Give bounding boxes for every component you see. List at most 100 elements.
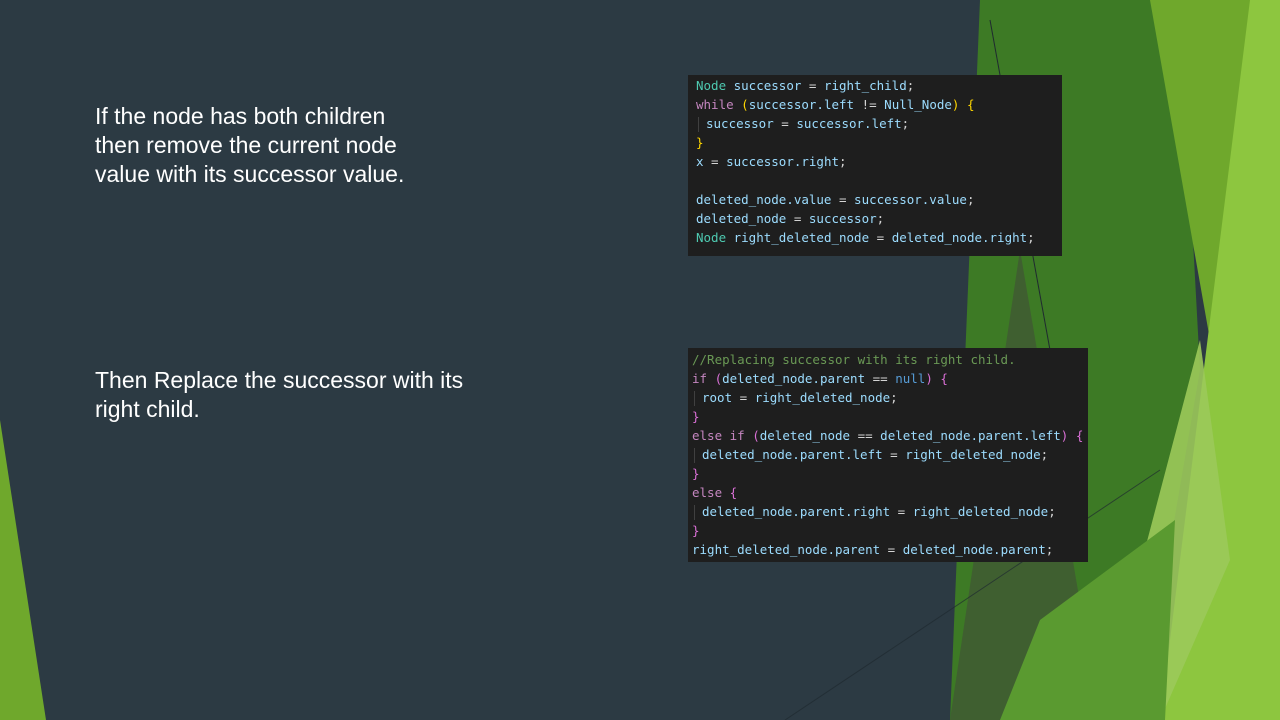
code-token: deleted_node.parent.right	[702, 504, 891, 519]
text-line: then remove the current node	[95, 132, 397, 158]
code-snippet-successor: Node successor = right_child; while (succ…	[688, 75, 1062, 256]
code-token: right_child	[823, 78, 907, 93]
code-token: {	[940, 371, 948, 386]
code-token: root	[702, 390, 733, 405]
code-token: =	[890, 504, 913, 519]
code-token: =	[869, 230, 892, 245]
code-line: x = successor.right;	[696, 152, 1062, 171]
code-line: while (successor.left != Null_Node) {	[696, 95, 1062, 114]
code-token: deleted_node.parent	[722, 371, 866, 386]
code-line: successor = successor.left;	[696, 114, 1062, 133]
code-token: successor.left	[748, 97, 855, 112]
code-token: Null_Node	[884, 97, 952, 112]
code-token: deleted_node.value	[696, 192, 832, 207]
code-token: successor.value	[854, 192, 967, 207]
code-token: =	[880, 542, 903, 557]
code-token: right_deleted_node.parent	[692, 542, 881, 557]
code-token: x	[696, 154, 704, 169]
code-token: }	[692, 466, 700, 481]
code-token: ==	[865, 371, 896, 386]
code-line: Node successor = right_child;	[696, 76, 1062, 95]
code-token: ;	[839, 154, 847, 169]
code-token: successor.right	[726, 154, 839, 169]
code-token: successor	[808, 211, 877, 226]
code-line: deleted_node.value = successor.value;	[696, 190, 1062, 209]
text-block-replace-successor: Then Replace the successor with its righ…	[95, 366, 525, 424]
code-token: ;	[1048, 504, 1056, 519]
code-token: =	[732, 390, 755, 405]
text-line: Then Replace the successor with its	[95, 367, 464, 393]
code-token: {	[729, 485, 738, 500]
code-token: ==	[850, 428, 881, 443]
code-token: ;	[906, 78, 915, 93]
code-line: else if (deleted_node == deleted_node.pa…	[692, 426, 1088, 445]
code-line: deleted_node = successor;	[696, 209, 1062, 228]
code-token: ;	[1045, 542, 1054, 557]
slide: If the node has both children then remov…	[0, 0, 1280, 720]
indent-guide	[698, 117, 699, 132]
code-token: =	[831, 192, 855, 207]
code-line: deleted_node.parent.right = right_delete…	[692, 502, 1088, 521]
code-token: =	[703, 154, 727, 169]
code-token: else if	[692, 428, 745, 443]
code-token: //Replacing successor with its right chi…	[692, 352, 1016, 367]
text-line: If the node has both children	[95, 103, 386, 129]
code-line: right_deleted_node.parent = deleted_node…	[692, 540, 1088, 559]
code-token: =	[882, 447, 906, 462]
code-token: successor.left	[796, 116, 902, 131]
code-token: (	[752, 428, 760, 443]
code-token: ;	[966, 192, 975, 207]
indent-guide	[694, 391, 695, 406]
code-token: successor	[706, 116, 774, 131]
text-line: value with its successor value.	[95, 161, 405, 187]
code-line: }	[692, 521, 1088, 540]
code-token: Node	[696, 78, 727, 93]
text-block-both-children: If the node has both children then remov…	[95, 102, 515, 189]
code-token: right_deleted_node	[912, 504, 1049, 519]
text-line: right child.	[95, 396, 200, 422]
code-token: (	[741, 97, 749, 112]
code-token: else	[692, 485, 723, 500]
left-green-wedge	[0, 420, 46, 720]
code-line: deleted_node.parent.left = right_deleted…	[692, 445, 1088, 464]
code-token: right_deleted_node	[726, 230, 870, 245]
code-token: ;	[1040, 447, 1049, 462]
code-token: deleted_node	[696, 211, 787, 226]
code-token: ;	[1027, 230, 1035, 245]
code-token: null	[895, 371, 926, 386]
code-token: =	[773, 116, 797, 131]
code-token: deleted_node.parent	[902, 542, 1046, 557]
code-token: successor	[726, 78, 802, 93]
code-token: {	[1075, 428, 1084, 443]
code-token: }	[696, 135, 704, 150]
code-token: ;	[890, 390, 898, 405]
code-token: !=	[854, 97, 885, 112]
code-token: (	[714, 371, 723, 386]
code-token: deleted_node.parent.left	[880, 428, 1061, 443]
code-line: //Replacing successor with its right chi…	[692, 350, 1088, 369]
code-line: else {	[692, 483, 1088, 502]
code-token: =	[786, 211, 809, 226]
code-token: Node	[696, 230, 727, 245]
code-line: Node right_deleted_node = deleted_node.r…	[696, 228, 1062, 247]
code-line: }	[692, 464, 1088, 483]
code-token: while	[696, 97, 734, 112]
code-token: deleted_node.right	[891, 230, 1028, 245]
code-token: {	[966, 97, 975, 112]
indent-guide	[694, 448, 695, 463]
code-token: right_deleted_node	[754, 390, 891, 405]
code-token: if	[692, 371, 708, 386]
code-token: }	[692, 409, 700, 424]
code-token: right_deleted_node	[905, 447, 1041, 462]
code-token: deleted_node	[759, 428, 851, 443]
code-token: ;	[876, 211, 885, 226]
code-line: if (deleted_node.parent == null) {	[692, 369, 1088, 388]
code-token: ;	[901, 116, 910, 131]
indent-guide	[694, 505, 695, 520]
code-line: root = right_deleted_node;	[692, 388, 1088, 407]
code-token: )	[925, 371, 933, 386]
